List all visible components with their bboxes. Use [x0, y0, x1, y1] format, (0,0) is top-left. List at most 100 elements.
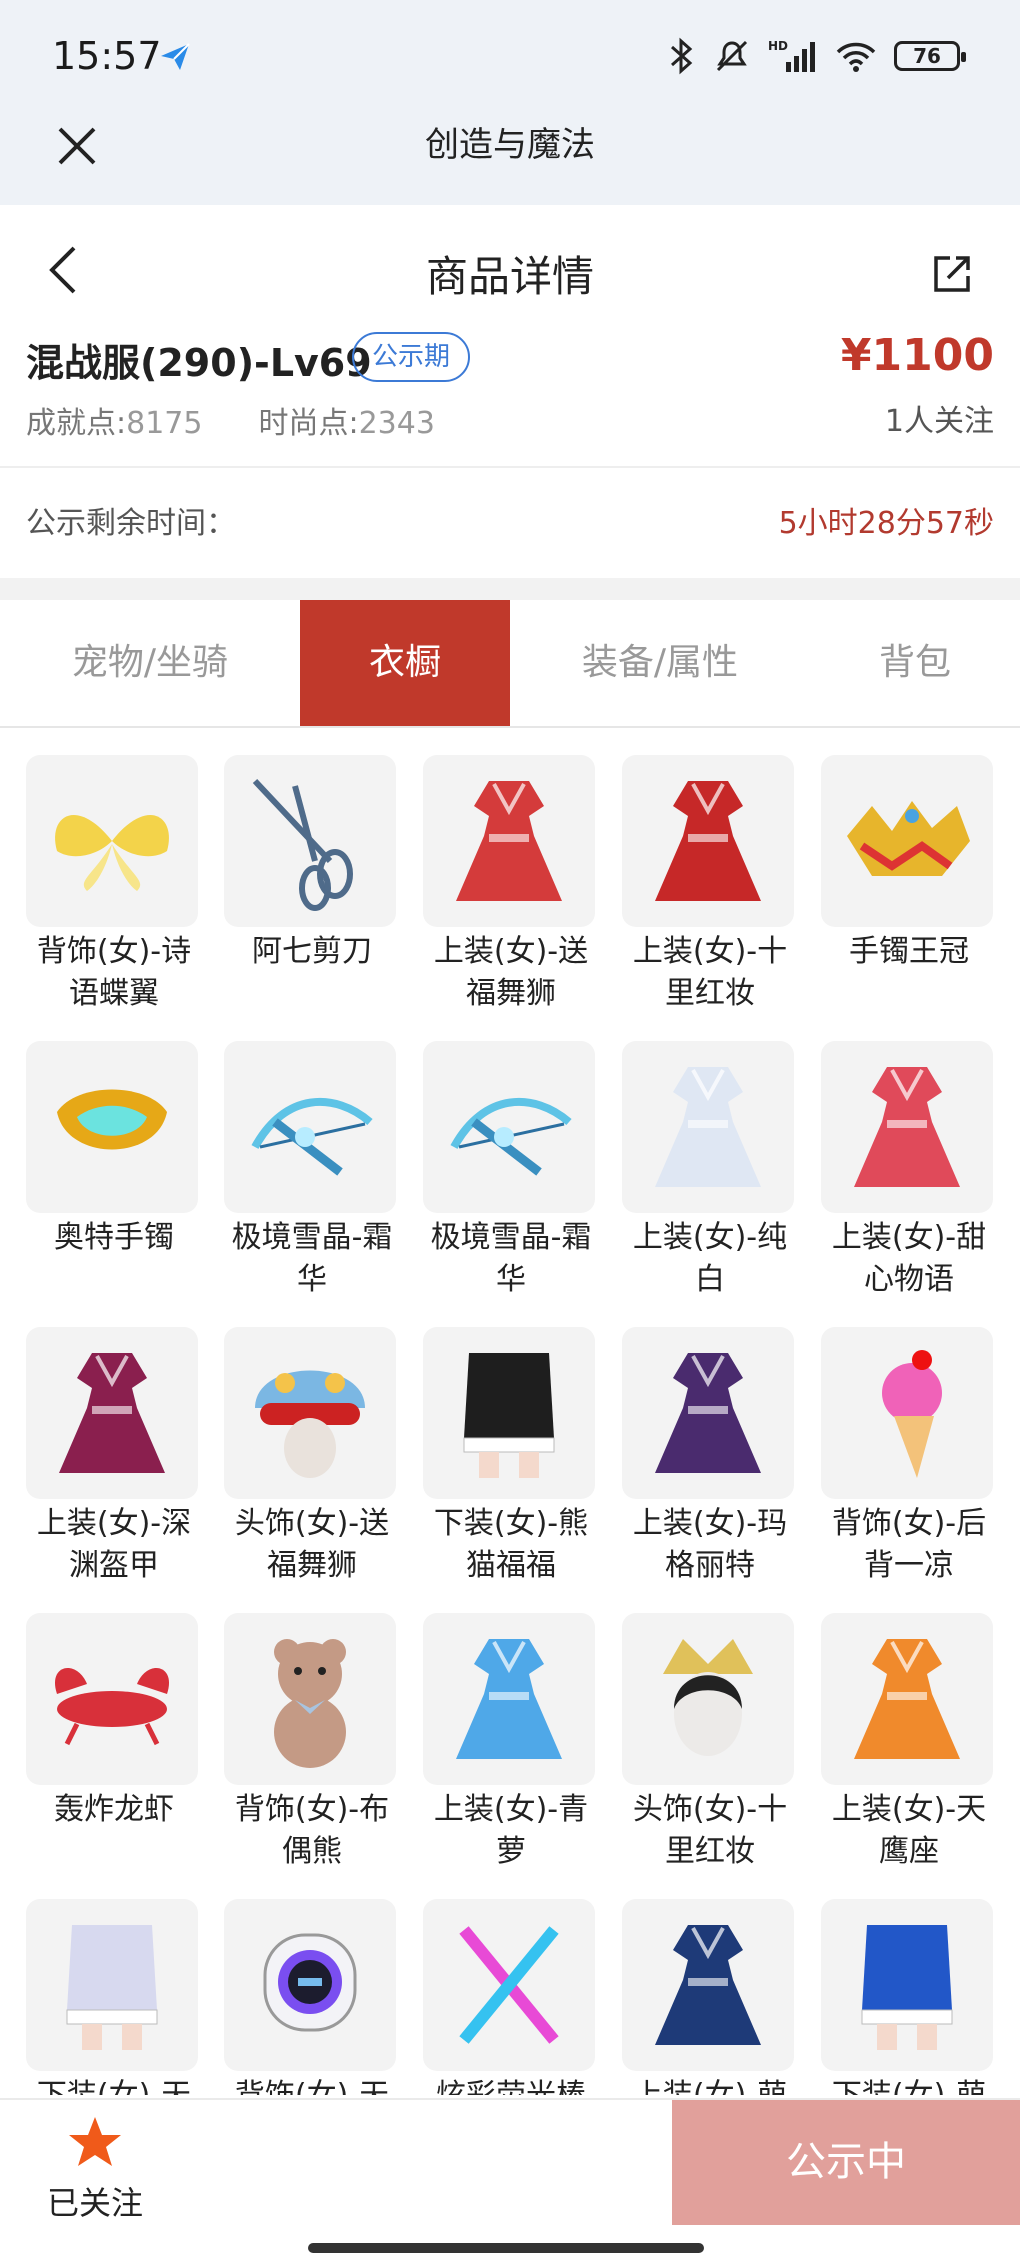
sweetheart-dress-icon: [854, 1067, 960, 1187]
lobster-icon: [54, 1667, 170, 1746]
wardrobe-item[interactable]: 极境雪晶-霜华: [423, 1041, 599, 1301]
achievement-label: 成就点:: [26, 406, 127, 441]
lion-dance-outfit-icon: [456, 781, 562, 901]
glow-sticks-icon: [459, 1926, 559, 2044]
purple-gown-icon: [655, 1353, 761, 1473]
achievement-value: 8175: [126, 406, 203, 441]
item-thumbnail: [26, 755, 198, 927]
white-dress-icon: [655, 1067, 761, 1187]
follow-count: 1人关注: [884, 404, 994, 439]
nav-bar: 商品详情: [0, 205, 1020, 330]
status-bar: 15:57 HD 76: [0, 0, 1020, 115]
item-label: 上装(女)-萌: [622, 2075, 798, 2095]
public-notice-button[interactable]: 公示中: [672, 2100, 1020, 2225]
item-thumbnail: [423, 1327, 595, 1499]
tab-pets-mounts[interactable]: 宠物/坐骑: [0, 600, 300, 726]
white-boots-icon: [66, 1925, 158, 2050]
wardrobe-item[interactable]: 上装(女)-天鹰座: [821, 1613, 997, 1873]
wardrobe-item[interactable]: 头饰(女)-十里红妆: [622, 1613, 798, 1873]
item-label: 上装(女)-纯白: [632, 1220, 788, 1297]
wardrobe-item[interactable]: 头饰(女)-送福舞狮: [224, 1327, 400, 1587]
item-label: 背饰(女)-后背一凉: [831, 1506, 987, 1583]
wardrobe-item[interactable]: 下装(女)-熊猫福福: [423, 1327, 599, 1587]
wardrobe-item[interactable]: 上装(女)-萌: [622, 1899, 798, 2095]
item-thumbnail: [821, 1041, 993, 1213]
item-thumbnail: [423, 1041, 595, 1213]
wardrobe-item[interactable]: 背饰(女)-天: [224, 1899, 400, 2095]
battery-indicator: 76: [894, 41, 966, 71]
dark-blue-dress-icon: [655, 1925, 761, 2045]
item-label: 极境雪晶-霜华: [430, 1220, 592, 1297]
status-time: 15:57: [52, 34, 162, 78]
followed-label: 已关注: [46, 2184, 143, 2222]
item-label: 极境雪晶-霜华: [231, 1220, 393, 1297]
wardrobe-item[interactable]: 阿七剪刀: [224, 755, 400, 973]
wardrobe-item[interactable]: 上装(女)-深渊盔甲: [26, 1327, 202, 1587]
item-label: 上装(女)-深渊盔甲: [36, 1506, 192, 1583]
item-thumbnail: [622, 1327, 794, 1499]
item-thumbnail: [26, 1327, 198, 1499]
wardrobe-item[interactable]: 上装(女)-青萝: [423, 1613, 599, 1873]
item-thumbnail: [622, 755, 794, 927]
tab-equipment-attributes[interactable]: 装备/属性: [510, 600, 810, 726]
page-title: 商品详情: [425, 252, 594, 301]
wardrobe-item[interactable]: 背饰(女)-诗语蝶翼: [26, 755, 202, 1015]
wardrobe-item[interactable]: 炫彩荧光棒: [423, 1899, 599, 2095]
item-thumbnail: [821, 1613, 993, 1785]
ice-cream-icon: [882, 1350, 942, 1478]
item-label: 背饰(女)-诗语蝶翼: [36, 934, 192, 1011]
item-label: 下装(女)-熊猫福福: [433, 1506, 589, 1583]
wardrobe-item[interactable]: 上装(女)-送福舞狮: [423, 755, 599, 1015]
item-thumbnail: [26, 1041, 198, 1213]
tab-backpack[interactable]: 背包: [810, 600, 1020, 726]
blue-dress-icon: [456, 1639, 562, 1759]
wardrobe-item[interactable]: 奥特手镯: [26, 1041, 202, 1259]
notice-label: 公示剩余时间：: [26, 506, 236, 541]
item-thumbnail: [224, 1613, 396, 1785]
item-thumbnail: [821, 1327, 993, 1499]
item-label: 上装(女)-送福舞狮: [433, 934, 589, 1011]
ice-crossbow-icon: [450, 1098, 572, 1176]
wardrobe-item[interactable]: 极境雪晶-霜华: [224, 1041, 400, 1301]
crown-bracelet-icon: [847, 801, 970, 876]
wardrobe-item[interactable]: 背饰(女)-布偶熊: [224, 1613, 400, 1873]
followed-button[interactable]: 已关注: [30, 2114, 160, 2224]
item-label: 上装(女)-天鹰座: [831, 1792, 987, 1869]
home-indicator[interactable]: [308, 2243, 704, 2253]
tab-bar: 宠物/坐骑 衣橱 装备/属性 背包: [0, 600, 1020, 728]
product-summary: 混战服(290)-Lv69 公示期 ¥1100 成就点:8175 时尚点:2343…: [0, 330, 1020, 470]
item-thumbnail: [622, 1899, 794, 2071]
app-bar: 创造与魔法: [0, 115, 1020, 205]
bluetooth-icon: [671, 37, 693, 75]
wardrobe-item[interactable]: 下装(女)-天: [26, 1899, 202, 2095]
item-label: 轰炸龙虾: [54, 1792, 174, 1827]
wardrobe-item[interactable]: 上装(女)-玛格丽特: [622, 1327, 798, 1587]
wardrobe-item[interactable]: 手镯王冠: [821, 755, 997, 973]
share-icon[interactable]: [928, 250, 976, 298]
wardrobe-item[interactable]: 上装(女)-纯白: [622, 1041, 798, 1301]
item-label: 上装(女)-青萝: [433, 1792, 589, 1869]
wardrobe-item[interactable]: 背饰(女)-后背一凉: [821, 1327, 997, 1587]
item-label: 手镯王冠: [849, 934, 969, 969]
item-thumbnail: [423, 1613, 595, 1785]
abyss-armor-icon: [59, 1353, 165, 1473]
item-label: 下装(女)-天: [26, 2075, 202, 2095]
paper-plane-icon: [161, 43, 190, 70]
wardrobe-item[interactable]: 上装(女)-甜心物语: [821, 1041, 997, 1301]
wardrobe-item[interactable]: 下装(女)-萌: [821, 1899, 997, 2095]
item-thumbnail: [26, 1613, 198, 1785]
app-title: 创造与魔法: [425, 125, 595, 165]
blue-skirt-icon: [861, 1925, 953, 2050]
signal-icon: HD: [768, 39, 815, 72]
product-stats: 成就点:8175 时尚点:2343: [26, 398, 435, 442]
item-thumbnail: [224, 1327, 396, 1499]
item-thumbnail: [224, 1899, 396, 2071]
tab-wardrobe[interactable]: 衣橱: [300, 600, 510, 726]
wardrobe-item[interactable]: 轰炸龙虾: [26, 1613, 202, 1831]
scissors-icon: [252, 778, 353, 911]
status-badge: 公示期: [352, 332, 471, 382]
wardrobe-item[interactable]: 上装(女)-十里红妆: [622, 755, 798, 1015]
robot-backpack-icon: [263, 1933, 357, 2032]
item-thumbnail: [423, 755, 595, 927]
product-price: ¥1100: [840, 330, 994, 381]
